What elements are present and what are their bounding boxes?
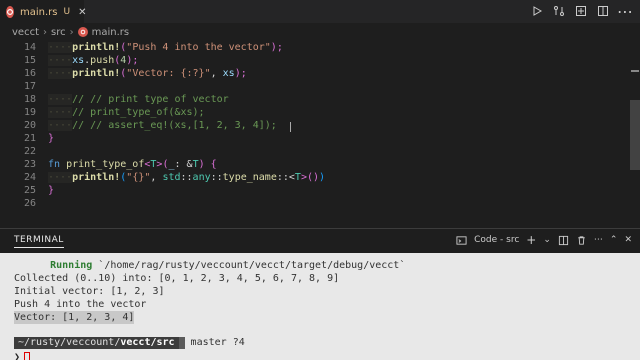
shell-input-line[interactable]: ❯ <box>14 351 31 360</box>
terminal-line: Initial vector: [1, 2, 3] <box>14 286 165 297</box>
breadcrumb-item-file[interactable]: main.rs <box>77 26 130 38</box>
tab-main-rs[interactable]: main.rs U ✕ <box>0 0 86 24</box>
tab-terminal[interactable]: TERMINAL <box>14 235 64 248</box>
breadcrumb-item-src[interactable]: src <box>51 27 66 38</box>
compare-changes-icon[interactable] <box>552 4 566 18</box>
rust-file-icon <box>77 27 88 37</box>
line-number: 20 <box>23 120 36 131</box>
scrollbar-marker <box>631 70 639 72</box>
line-number: 17 <box>23 81 36 92</box>
chevron-right-icon: › <box>43 26 47 38</box>
code-line: ····println!("Vector: {:?}", xs); <box>48 68 247 79</box>
panel-header: TERMINAL Code - src + ⌄ ⋯ ⌃ ✕ <box>0 229 640 251</box>
tab-filename: main.rs <box>20 6 58 18</box>
code-line: ····println!("{}", std::any::type_name::… <box>48 172 326 183</box>
terminal-icon <box>456 235 467 245</box>
rust-file-icon <box>6 6 14 18</box>
run-icon[interactable] <box>530 4 544 18</box>
line-number: 25 <box>23 185 36 196</box>
line-number: 22 <box>23 146 36 157</box>
editor-tab-bar: main.rs U ✕ ⋯ <box>0 0 640 24</box>
code-line: fn print_type_of<T>(_: &T) { <box>48 159 217 170</box>
terminal-line: Collected (0..10) into: [0, 1, 2, 3, 4, … <box>14 273 340 284</box>
more-actions-icon[interactable]: ⋯ <box>617 2 633 21</box>
scrollbar-thumb[interactable] <box>630 100 640 170</box>
line-number: 18 <box>23 94 36 105</box>
split-terminal-icon[interactable] <box>558 235 569 246</box>
code-line: ····// print_type_of(&xs); <box>48 107 205 118</box>
code-line: ····// // print type of vector <box>48 94 229 105</box>
line-number: 26 <box>23 198 36 209</box>
line-number: 21 <box>23 133 36 144</box>
close-icon[interactable]: ✕ <box>624 235 632 245</box>
split-editor-icon[interactable] <box>596 4 610 18</box>
code-line: ····println!("Push 4 into the vector"); <box>48 42 283 53</box>
line-number: 16 <box>23 68 36 79</box>
terminal-instance-label[interactable]: Code - src <box>474 235 519 245</box>
terminal-line: Vector: [1, 2, 3, 4] <box>14 311 135 324</box>
line-number: 15 <box>23 55 36 66</box>
trash-icon[interactable] <box>576 235 587 246</box>
terminal-cursor <box>24 351 31 360</box>
close-icon[interactable]: ✕ <box>78 7 86 18</box>
terminal-output[interactable]: Running `/home/rag/rusty/veccount/vecct/… <box>0 253 640 360</box>
code-line: } <box>48 185 55 196</box>
add-terminal-icon[interactable]: + <box>526 233 536 247</box>
code-editor[interactable]: 14 15 16 17 18 19 20 21 22 23 24 25 26 ·… <box>0 40 640 228</box>
terminal-line: Running `/home/rag/rusty/veccount/vecct/… <box>50 260 406 271</box>
prompt-symbol: ❯ <box>14 351 21 360</box>
breadcrumb-file-label: main.rs <box>91 26 130 38</box>
chevron-down-icon[interactable]: ⌄ <box>543 235 551 245</box>
breadcrumb: vecct › src › main.rs <box>0 24 640 40</box>
code-line: } <box>48 133 55 144</box>
line-number: 19 <box>23 107 36 118</box>
line-number: 23 <box>23 159 36 170</box>
chevron-right-icon: › <box>69 26 74 38</box>
prompt-git-status: master ?4 <box>178 337 251 349</box>
shell-prompt: ~/rusty/veccount/vecct/src master ?4 <box>14 337 251 349</box>
breadcrumb-item-vecct[interactable]: vecct <box>12 27 39 38</box>
terminal-line: Push 4 into the vector <box>14 299 147 310</box>
chevron-up-icon[interactable]: ⌃ <box>610 235 618 245</box>
line-number: 24 <box>23 172 36 183</box>
code-line: ····// // assert_eq!(xs,[1, 2, 3, 4]); <box>48 120 277 131</box>
terminal-panel: TERMINAL Code - src + ⌄ ⋯ ⌃ ✕ Running `/… <box>0 228 640 360</box>
open-changes-icon[interactable] <box>574 4 588 18</box>
line-number: 14 <box>23 42 36 53</box>
prompt-path: ~/rusty/veccount/vecct/src <box>14 337 179 349</box>
tab-git-status: U <box>63 7 71 17</box>
text-cursor <box>290 122 291 132</box>
more-actions-icon[interactable]: ⋯ <box>594 235 603 245</box>
code-line: ····xs.push(4); <box>48 55 139 66</box>
